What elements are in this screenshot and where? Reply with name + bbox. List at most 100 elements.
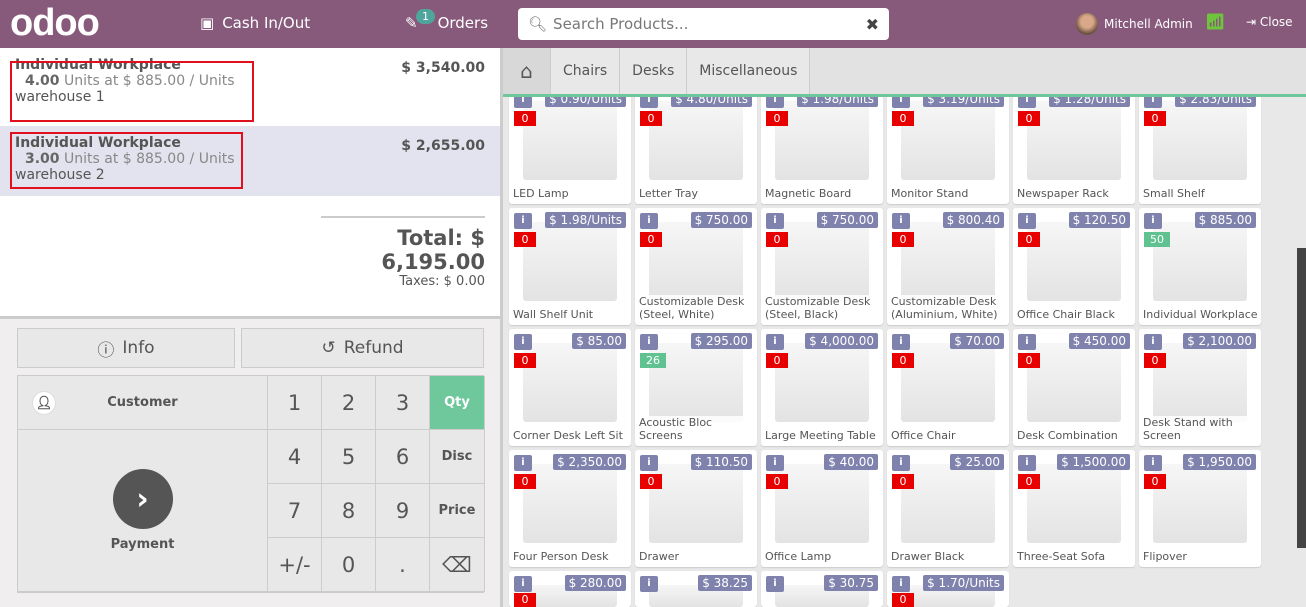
numpad-key-4[interactable]: 4: [268, 430, 322, 484]
info-icon[interactable]: i: [766, 213, 784, 229]
product-card[interactable]: i $ 2,350.00 0 Four Person Desk: [509, 450, 631, 567]
info-icon[interactable]: i: [514, 576, 532, 592]
payment-button[interactable]: › Payment: [18, 430, 268, 592]
stock-badge: 0: [1018, 474, 1040, 489]
product-card[interactable]: i $ 0.90/Units 0 LED Lamp: [509, 97, 631, 204]
info-icon[interactable]: i: [514, 455, 532, 471]
numpad-key-decimal[interactable]: .: [376, 538, 430, 592]
numpad-key-8[interactable]: 8: [322, 484, 376, 538]
product-card[interactable]: i $ 750.00 0 Customizable Desk (Steel, Blac…: [761, 208, 883, 325]
product-image: [1027, 222, 1121, 301]
product-card[interactable]: i $ 30.75: [761, 571, 883, 607]
info-icon[interactable]: i: [766, 334, 784, 350]
product-name: Flipover: [1143, 550, 1258, 563]
info-icon[interactable]: i: [892, 455, 910, 471]
product-image: [1153, 343, 1247, 422]
product-card[interactable]: i $ 1.98/Units 0 Wall Shelf Unit: [509, 208, 631, 325]
info-button[interactable]: ⓘ Info: [17, 328, 235, 368]
product-card[interactable]: i $ 40.00 0 Office Lamp: [761, 450, 883, 567]
numpad-key-qty[interactable]: Qty: [430, 376, 485, 430]
product-card[interactable]: i $ 280.00 0: [509, 571, 631, 607]
product-card[interactable]: i $ 4.80/Units 0 Letter Tray: [635, 97, 757, 204]
product-card[interactable]: i $ 2,100.00 0 Desk Stand with Screen: [1139, 329, 1261, 446]
product-card[interactable]: i $ 1,950.00 0 Flipover: [1139, 450, 1261, 567]
info-icon[interactable]: i: [514, 97, 532, 108]
info-icon[interactable]: i: [640, 334, 658, 350]
product-card[interactable]: i $ 450.00 0 Desk Combination: [1013, 329, 1135, 446]
product-card[interactable]: i $ 800.40 0 Customizable Desk (Aluminium, …: [887, 208, 1009, 325]
home-category-button[interactable]: ⌂: [503, 48, 551, 94]
info-icon[interactable]: i: [1144, 455, 1162, 471]
info-icon[interactable]: i: [766, 576, 784, 592]
product-card[interactable]: i $ 750.00 0 Customizable Desk (Steel, Whit…: [635, 208, 757, 325]
info-icon[interactable]: i: [766, 97, 784, 108]
odoo-logo: odoo: [10, 2, 100, 44]
stock-badge: 0: [514, 232, 536, 247]
info-icon[interactable]: i: [892, 576, 910, 592]
numpad-key-plus-minus[interactable]: +/-: [268, 538, 322, 592]
product-list[interactable]: i $ 0.90/Units 0 LED Lamp i $ 4.80/Units 0 Lett…: [503, 97, 1298, 607]
scrollbar[interactable]: [1297, 248, 1306, 548]
numpad-key-price[interactable]: Price: [430, 484, 485, 538]
product-card[interactable]: i $ 2.83/Units 0 Small Shelf: [1139, 97, 1261, 204]
numpad-key-6[interactable]: 6: [376, 430, 430, 484]
close-button[interactable]: ⇥ Close: [1246, 15, 1293, 29]
product-card[interactable]: i $ 1.98/Units 0 Magnetic Board: [761, 97, 883, 204]
info-icon[interactable]: i: [640, 576, 658, 592]
info-icon[interactable]: i: [640, 97, 658, 108]
info-icon[interactable]: i: [640, 213, 658, 229]
numpad-key-7[interactable]: 7: [268, 484, 322, 538]
info-icon[interactable]: i: [892, 213, 910, 229]
product-card[interactable]: i $ 110.50 0 Drawer: [635, 450, 757, 567]
category-miscellaneous[interactable]: Miscellaneous: [687, 48, 811, 94]
numpad-key-backspace[interactable]: ⌫: [430, 538, 485, 592]
info-icon[interactable]: i: [766, 455, 784, 471]
stock-badge: 0: [892, 474, 914, 489]
customer-button[interactable]: 👤︎ Customer: [18, 376, 268, 430]
numpad-key-disc[interactable]: Disc: [430, 430, 485, 484]
product-screen: ⌂ Chairs Desks Miscellaneous i $ 0.90/Units…: [500, 48, 1306, 607]
price-tag: $ 1.70/Units: [923, 575, 1004, 591]
info-icon[interactable]: i: [1018, 97, 1036, 108]
product-card[interactable]: i $ 885.00 50 Individual Workplace: [1139, 208, 1261, 325]
info-icon[interactable]: i: [892, 97, 910, 108]
product-card[interactable]: i $ 1.70/Units 0: [887, 571, 1009, 607]
info-icon[interactable]: i: [514, 334, 532, 350]
product-card[interactable]: i $ 3.19/Units 0 Monitor Stand: [887, 97, 1009, 204]
category-desks[interactable]: Desks: [620, 48, 688, 94]
product-card[interactable]: i $ 1,500.00 0 Three-Seat Sofa: [1013, 450, 1135, 567]
category-chairs[interactable]: Chairs: [551, 48, 621, 94]
info-icon[interactable]: i: [1018, 213, 1036, 229]
numpad-key-3[interactable]: 3: [376, 376, 430, 430]
refund-button[interactable]: ↺ Refund: [241, 328, 484, 368]
numpad-key-0[interactable]: 0: [322, 538, 376, 592]
numpad-key-2[interactable]: 2: [322, 376, 376, 430]
product-card[interactable]: i $ 38.25: [635, 571, 757, 607]
numpad-key-5[interactable]: 5: [322, 430, 376, 484]
numpad-key-9[interactable]: 9: [376, 484, 430, 538]
product-image: [1153, 464, 1247, 543]
product-card[interactable]: i $ 4,000.00 0 Large Meeting Table: [761, 329, 883, 446]
clear-search-icon[interactable]: ✖: [866, 15, 879, 34]
product-name: Office Chair: [891, 429, 1006, 442]
price-tag: $ 1,500.00: [1057, 454, 1130, 470]
product-card[interactable]: i $ 25.00 0 Drawer Black: [887, 450, 1009, 567]
search-products-input[interactable]: 🔍︎ Search Products... ✖: [518, 8, 889, 40]
user-menu[interactable]: Mitchell Admin: [1076, 13, 1193, 35]
info-icon[interactable]: i: [1018, 334, 1036, 350]
product-card[interactable]: i $ 70.00 0 Office Chair: [887, 329, 1009, 446]
info-icon[interactable]: i: [892, 334, 910, 350]
info-icon[interactable]: i: [1144, 97, 1162, 108]
product-card[interactable]: i $ 120.50 0 Office Chair Black: [1013, 208, 1135, 325]
numpad-key-1[interactable]: 1: [268, 376, 322, 430]
product-name: Office Lamp: [765, 550, 880, 563]
info-icon[interactable]: i: [1144, 334, 1162, 350]
product-card[interactable]: i $ 1.28/Units 0 Newspaper Rack: [1013, 97, 1135, 204]
product-card[interactable]: i $ 295.00 26 Acoustic Bloc Screens: [635, 329, 757, 446]
info-icon[interactable]: i: [514, 213, 532, 229]
info-icon[interactable]: i: [1144, 213, 1162, 229]
product-card[interactable]: i $ 85.00 0 Corner Desk Left Sit: [509, 329, 631, 446]
info-icon[interactable]: i: [640, 455, 658, 471]
cash-in-out-button[interactable]: ▣ Cash In/Out: [200, 14, 310, 32]
info-icon[interactable]: i: [1018, 455, 1036, 471]
